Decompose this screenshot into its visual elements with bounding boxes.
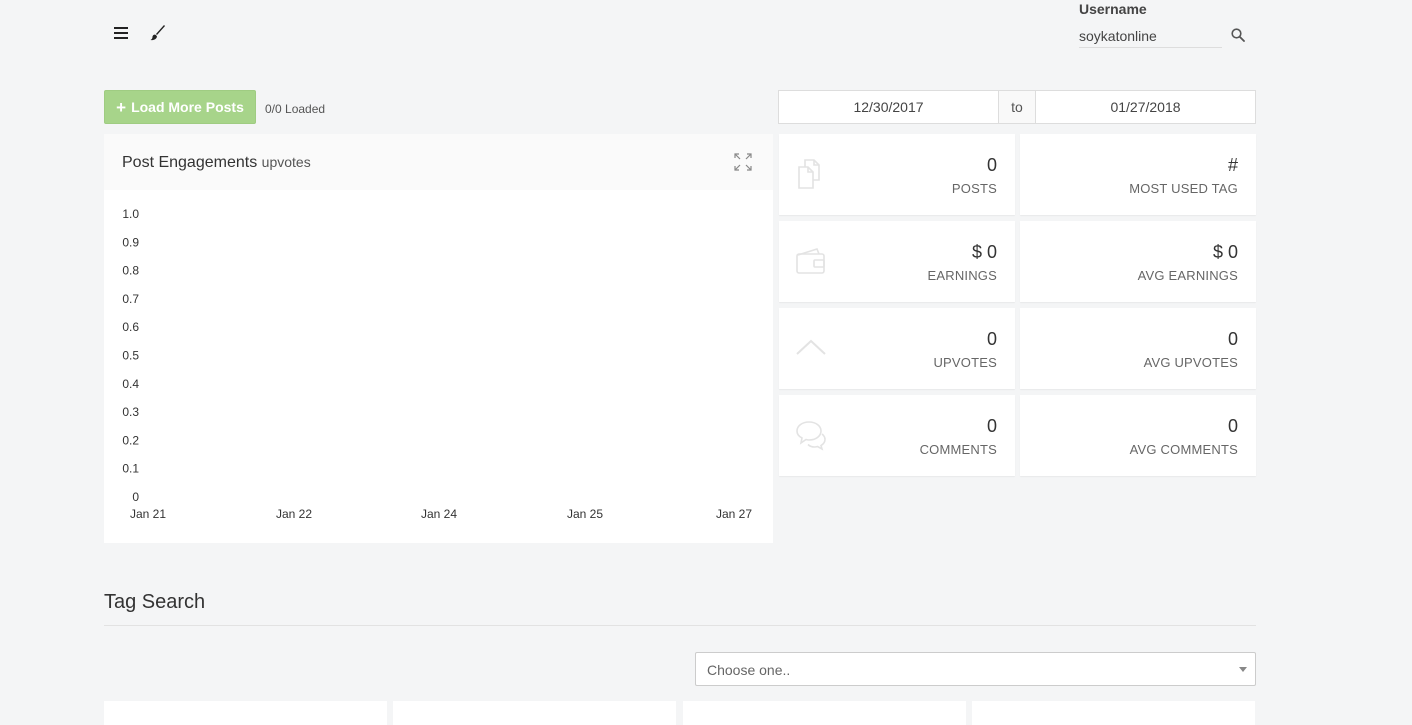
x-tick-label: Jan 21 bbox=[130, 507, 166, 521]
username-input[interactable] bbox=[1079, 24, 1222, 48]
y-tick-label: 0.6 bbox=[122, 320, 139, 334]
documents-icon bbox=[795, 158, 827, 190]
x-tick-label: Jan 22 bbox=[276, 507, 312, 521]
x-axis-ticks: Jan 21 Jan 22 Jan 24 Jan 25 Jan 27 bbox=[130, 507, 752, 521]
y-tick-label: 0.8 bbox=[122, 264, 139, 278]
wallet-icon bbox=[795, 245, 827, 277]
x-tick-label: Jan 25 bbox=[567, 507, 603, 521]
x-tick-label: Jan 24 bbox=[421, 507, 457, 521]
post-engagements-panel: Post Engagements upvotes 0 0.1 0.2 0.3 0.4 0.… bbox=[104, 134, 773, 543]
stat-card-comments: 0 COMMENTS bbox=[779, 395, 1015, 476]
tag-select-dropdown[interactable]: Choose one.. bbox=[695, 652, 1256, 686]
y-tick-label: 0.7 bbox=[122, 292, 139, 306]
upvotes-label: UPVOTES bbox=[933, 355, 997, 370]
y-tick-label: 0.2 bbox=[122, 433, 139, 447]
tag-result-card bbox=[972, 701, 1255, 725]
most-used-tag-label: MOST USED TAG bbox=[1129, 181, 1238, 196]
chevron-up-icon bbox=[795, 332, 827, 364]
comments-label: COMMENTS bbox=[919, 442, 997, 457]
most-used-tag-value: # bbox=[1227, 155, 1238, 175]
paint-brush-icon[interactable] bbox=[147, 22, 169, 44]
stat-card-avg-upvotes: 0 AVG UPVOTES bbox=[1020, 308, 1256, 389]
tag-search-title: Tag Search bbox=[104, 591, 206, 613]
avg-earnings-value: $ 0 bbox=[1212, 242, 1238, 262]
dropdown-arrow-icon bbox=[1239, 667, 1247, 672]
username-block: Username bbox=[1079, 0, 1249, 48]
chart-title-text: Post Engagements bbox=[122, 154, 258, 171]
load-more-posts-label: Load More Posts bbox=[131, 99, 244, 115]
comments-value: 0 bbox=[986, 416, 997, 436]
y-tick-label: 0.4 bbox=[122, 377, 139, 391]
date-to-input[interactable] bbox=[1036, 91, 1255, 123]
y-tick-label: 0.3 bbox=[122, 405, 139, 419]
load-more-posts-button[interactable]: + Load More Posts bbox=[104, 90, 256, 124]
y-tick-label: 0.5 bbox=[122, 349, 139, 363]
y-tick-label: 0.1 bbox=[122, 462, 139, 476]
avg-upvotes-label: AVG UPVOTES bbox=[1143, 355, 1238, 370]
y-tick-label: 0.9 bbox=[122, 235, 139, 249]
username-label: Username bbox=[1079, 1, 1147, 17]
x-tick-label: Jan 27 bbox=[716, 507, 752, 521]
loaded-count-text: 0/0 Loaded bbox=[265, 102, 326, 116]
engagement-line-chart: 00.10.20.30.40.50.60.70.80.91.0 Jan 21 Ja… bbox=[122, 207, 752, 521]
avg-earnings-label: AVG EARNINGS bbox=[1137, 268, 1238, 283]
expand-arrows-icon[interactable] bbox=[734, 153, 752, 171]
earnings-label: EARNINGS bbox=[927, 268, 997, 283]
comments-icon bbox=[795, 419, 827, 451]
chart-title: Post Engagements upvotes bbox=[122, 154, 311, 172]
chart-panel-header: Post Engagements upvotes bbox=[104, 134, 773, 190]
tag-result-card bbox=[393, 701, 676, 725]
posts-label: POSTS bbox=[951, 181, 997, 196]
date-range-picker: to bbox=[778, 90, 1256, 124]
plus-icon: + bbox=[116, 97, 127, 117]
y-tick-label: 0 bbox=[132, 490, 139, 504]
magnifier-search-icon[interactable] bbox=[1227, 24, 1249, 46]
stat-card-posts: 0 POSTS bbox=[779, 134, 1015, 215]
avg-comments-value: 0 bbox=[1227, 416, 1238, 436]
avg-upvotes-value: 0 bbox=[1227, 329, 1238, 349]
stat-card-earnings: $ 0 EARNINGS bbox=[779, 221, 1015, 302]
stat-card-avg-earnings: $ 0 AVG EARNINGS bbox=[1020, 221, 1256, 302]
stat-card-avg-comments: 0 AVG COMMENTS bbox=[1020, 395, 1256, 476]
stat-card-upvotes: 0 UPVOTES bbox=[779, 308, 1015, 389]
date-range-separator: to bbox=[998, 91, 1036, 123]
avg-comments-label: AVG COMMENTS bbox=[1129, 442, 1238, 457]
tag-select-placeholder: Choose one.. bbox=[707, 662, 791, 678]
top-bar: Username bbox=[104, 0, 1256, 64]
y-axis-ticks: 0 0.1 0.2 0.3 0.4 0.5 0.6 0.7 0.8 0.9 1.0 bbox=[122, 207, 139, 504]
hamburger-menu-icon[interactable] bbox=[110, 22, 132, 44]
earnings-value: $ 0 bbox=[971, 242, 997, 262]
stat-card-most-used-tag: # MOST USED TAG bbox=[1020, 134, 1256, 215]
upvotes-value: 0 bbox=[986, 329, 997, 349]
tag-result-card bbox=[683, 701, 966, 725]
date-from-input[interactable] bbox=[779, 91, 998, 123]
posts-value: 0 bbox=[986, 155, 997, 175]
tag-result-card bbox=[104, 701, 387, 725]
y-tick-label: 1.0 bbox=[122, 207, 139, 221]
tag-search-divider bbox=[104, 625, 1256, 626]
chart-subtitle: upvotes bbox=[261, 154, 311, 170]
